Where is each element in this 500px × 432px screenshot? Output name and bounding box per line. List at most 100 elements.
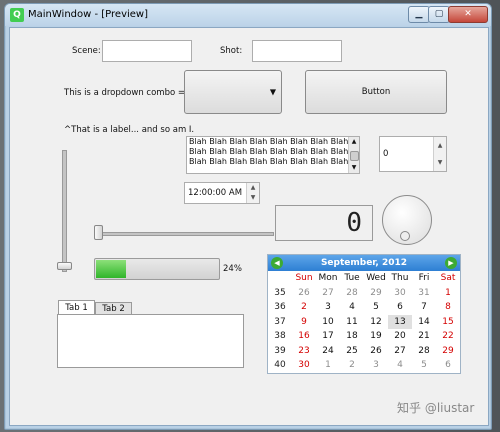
window-title: MainWindow - [Preview] bbox=[28, 9, 148, 20]
main-window: Q MainWindow - [Preview] ▁ ▢ ✕ Scene: Sh… bbox=[4, 3, 492, 430]
qt-app-icon: Q bbox=[10, 8, 24, 22]
text-list-box[interactable]: Blah Blah Blah Blah Blah Blah Blah Blah … bbox=[186, 136, 360, 174]
scroll-up-icon[interactable]: ▲ bbox=[349, 137, 359, 147]
calendar-day[interactable]: 27 bbox=[316, 286, 340, 301]
week-number: 36 bbox=[274, 302, 286, 312]
shot-input[interactable] bbox=[252, 40, 342, 62]
calendar-day[interactable]: 21 bbox=[412, 329, 436, 344]
combo-description-label: This is a dropdown combo => bbox=[64, 88, 193, 98]
calendar-widget[interactable]: ◀ September, 2012 ▶ Sun Mon Tue Wed Thu Fri Sa… bbox=[267, 254, 461, 374]
time-edit[interactable]: 12:00:00 AM ▲ ▼ bbox=[184, 182, 260, 204]
spin-down-icon[interactable]: ▼ bbox=[434, 154, 446, 171]
vertical-slider-handle[interactable] bbox=[57, 262, 72, 270]
next-month-arrow-icon[interactable]: ▶ bbox=[445, 257, 457, 269]
calendar-day[interactable]: 2 bbox=[292, 300, 316, 315]
lcd-value: 0 bbox=[346, 208, 362, 238]
calendar-day[interactable]: 13 bbox=[388, 314, 412, 329]
calendar-day[interactable]: 30 bbox=[292, 358, 316, 373]
calendar-day[interactable]: 18 bbox=[340, 329, 364, 344]
calendar-day[interactable]: 27 bbox=[388, 344, 412, 359]
calendar-day[interactable]: 1 bbox=[436, 286, 460, 301]
calendar-day[interactable]: 11 bbox=[340, 315, 364, 330]
tab-panel bbox=[57, 314, 244, 368]
calendar-day[interactable]: 30 bbox=[388, 286, 412, 301]
calendar-day[interactable]: 5 bbox=[364, 300, 388, 315]
calendar-day[interactable]: 22 bbox=[436, 329, 460, 344]
push-button[interactable]: Button bbox=[305, 70, 447, 114]
watermark-text: 知乎 @liustar bbox=[397, 401, 475, 415]
calendar-day[interactable]: 19 bbox=[364, 329, 388, 344]
progress-fill bbox=[96, 260, 126, 278]
calendar-day[interactable]: 6 bbox=[388, 300, 412, 315]
calendar-day[interactable]: 28 bbox=[340, 286, 364, 301]
calendar-day[interactable]: 23 bbox=[292, 344, 316, 359]
calendar-day[interactable]: 1 bbox=[316, 358, 340, 373]
scene-input[interactable] bbox=[102, 40, 192, 62]
time-value: 12:00:00 AM bbox=[188, 188, 243, 198]
calendar-day[interactable]: 26 bbox=[292, 286, 316, 301]
calendar-day[interactable]: 8 bbox=[436, 300, 460, 315]
horizontal-slider-track[interactable] bbox=[94, 232, 274, 236]
weekday-header: Mon bbox=[318, 273, 338, 283]
shot-label: Shot: bbox=[220, 46, 243, 56]
maximize-button[interactable]: ▢ bbox=[428, 6, 450, 23]
time-up-icon[interactable]: ▲ bbox=[247, 183, 259, 193]
weekday-header: Fri bbox=[418, 273, 430, 283]
calendar-day[interactable]: 7 bbox=[412, 300, 436, 315]
calendar-day[interactable]: 3 bbox=[316, 300, 340, 315]
minimize-button[interactable]: ▁ bbox=[408, 6, 430, 23]
list-item[interactable]: Blah Blah Blah Blah Blah Blah Blah Blah bbox=[187, 137, 359, 147]
calendar-day[interactable]: 4 bbox=[388, 358, 412, 373]
scene-label: Scene: bbox=[72, 46, 101, 56]
calendar-day[interactable]: 29 bbox=[436, 344, 460, 359]
calendar-month-year[interactable]: September, 2012 bbox=[308, 258, 420, 268]
close-button[interactable]: ✕ bbox=[448, 6, 488, 23]
week-number: 37 bbox=[274, 316, 286, 327]
calendar-day[interactable]: 31 bbox=[412, 286, 436, 301]
weekday-header: Wed bbox=[366, 273, 386, 283]
calendar-day[interactable]: 25 bbox=[340, 344, 364, 359]
calendar-day[interactable]: 6 bbox=[436, 358, 460, 373]
week-number: 38 bbox=[274, 331, 286, 341]
calendar-day[interactable]: 4 bbox=[340, 300, 364, 315]
weekday-header: Sun bbox=[295, 273, 313, 283]
dropdown-combo[interactable]: ▼ bbox=[184, 70, 282, 114]
calendar-day[interactable]: 2 bbox=[340, 358, 364, 373]
title-bar[interactable]: Q MainWindow - [Preview] ▁ ▢ ✕ bbox=[5, 4, 491, 26]
progress-bar bbox=[94, 258, 220, 280]
scroll-thumb[interactable] bbox=[350, 151, 359, 161]
number-spinbox[interactable]: 0 ▲ ▼ bbox=[379, 136, 447, 172]
calendar-day[interactable]: 14 bbox=[412, 315, 436, 330]
prev-month-arrow-icon[interactable]: ◀ bbox=[271, 257, 283, 269]
calendar-day[interactable]: 3 bbox=[364, 358, 388, 373]
calendar-day[interactable]: 16 bbox=[292, 329, 316, 344]
rotary-dial[interactable] bbox=[382, 195, 432, 245]
list-item[interactable]: Blah Blah Blah Blah Blah Blah Blah Blah bbox=[187, 157, 359, 167]
calendar-day[interactable]: 29 bbox=[364, 286, 388, 301]
weekday-header: Thu bbox=[391, 273, 409, 283]
calendar-day[interactable]: 24 bbox=[316, 344, 340, 359]
week-number: 35 bbox=[274, 287, 286, 298]
week-number: 39 bbox=[274, 345, 286, 356]
horizontal-slider-handle[interactable] bbox=[94, 225, 103, 240]
calendar-header: ◀ September, 2012 ▶ bbox=[268, 255, 460, 271]
calendar-day[interactable]: 5 bbox=[412, 358, 436, 373]
calendar-day[interactable]: 26 bbox=[364, 344, 388, 359]
calendar-day[interactable]: 15 bbox=[436, 315, 460, 330]
vertical-slider-track[interactable] bbox=[62, 150, 67, 272]
list-scrollbar[interactable]: ▲ ▼ bbox=[348, 137, 359, 173]
calendar-day[interactable]: 12 bbox=[364, 315, 388, 330]
time-down-icon[interactable]: ▼ bbox=[247, 193, 259, 203]
calendar-day[interactable]: 10 bbox=[316, 315, 340, 330]
calendar-day[interactable]: 20 bbox=[388, 329, 412, 344]
tab-1[interactable]: Tab 1 bbox=[58, 300, 95, 315]
close-icon: ✕ bbox=[464, 9, 472, 19]
info-label: ^That is a label... and so am I. bbox=[64, 125, 195, 135]
minimize-icon: ▁ bbox=[415, 9, 423, 19]
scroll-down-icon[interactable]: ▼ bbox=[349, 163, 359, 173]
calendar-day[interactable]: 28 bbox=[412, 344, 436, 359]
list-item[interactable]: Blah Blah Blah Blah Blah Blah Blah Blah bbox=[187, 147, 359, 157]
spin-up-icon[interactable]: ▲ bbox=[434, 137, 446, 154]
calendar-day[interactable]: 17 bbox=[316, 329, 340, 344]
calendar-day[interactable]: 9 bbox=[292, 315, 316, 330]
